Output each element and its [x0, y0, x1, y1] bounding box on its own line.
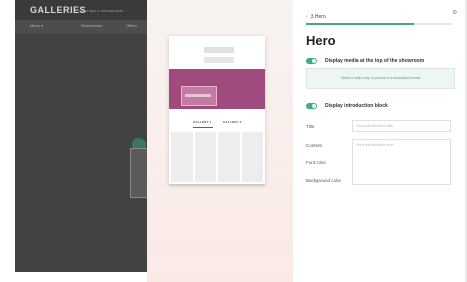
app-nav: Menu ▾ Showrooms Offers	[15, 20, 147, 34]
showroom-preview: GALLERY 1 GALLERY 2	[169, 36, 265, 184]
preview-grid-cell	[171, 132, 193, 182]
brand-tagline: TIMELINES & SHOWROOMS	[79, 9, 124, 13]
nav-item-offers[interactable]: Offers	[126, 23, 137, 28]
content-textarea[interactable]: Your introduction text	[352, 139, 451, 185]
media-dropzone-hint: Select a video loop or picture in a land…	[340, 76, 421, 80]
preview-subheader-placeholder	[204, 57, 234, 63]
background-app: GALLERIES TIMELINES & SHOWROOMS Menu ▾ S…	[15, 0, 147, 272]
settings-panel: ‹ 3.Hero ⚙ Hero Display media at the top …	[293, 0, 467, 282]
app-root: GALLERIES TIMELINES & SHOWROOMS Menu ▾ S…	[0, 0, 467, 282]
preview-header-placeholder	[204, 47, 234, 53]
intro-toggle-label: Display introduction block	[325, 103, 388, 109]
media-dropzone[interactable]: Select a video loop or picture in a land…	[306, 68, 455, 89]
preview-gallery-grid	[171, 132, 263, 182]
background-color-label: Background color	[306, 178, 342, 183]
title-field-label: Title	[306, 124, 315, 129]
nav-item-menu[interactable]: Menu ▾	[30, 23, 43, 28]
preview-grid-cell	[194, 132, 216, 182]
preview-area: GALLERY 1 GALLERY 2	[147, 0, 293, 282]
preview-shadow	[169, 184, 265, 188]
brand-logo: GALLERIES	[30, 5, 87, 15]
step-progress-bar	[306, 23, 452, 25]
preview-grid-cell	[241, 132, 263, 182]
photo-thumbnail	[130, 148, 147, 198]
arrow-left-icon: ‹	[306, 14, 308, 20]
font-color-label: Font color	[306, 160, 327, 165]
preview-tab-indicator	[193, 127, 213, 128]
step-progress-fill	[306, 23, 415, 25]
background-app-area: GALLERIES TIMELINES & SHOWROOMS Menu ▾ S…	[0, 0, 147, 282]
nav-item-showrooms[interactable]: Showrooms	[81, 23, 102, 28]
back-link[interactable]: ‹ 3.Hero	[306, 14, 326, 22]
content-field-label: Content	[306, 143, 322, 148]
preview-intro-line	[185, 94, 211, 97]
panel-title: Hero	[306, 33, 336, 48]
step-label: 3.Hero	[310, 14, 326, 20]
intro-toggle[interactable]	[306, 103, 317, 109]
app-header: GALLERIES TIMELINES & SHOWROOMS	[15, 0, 147, 20]
app-body	[15, 34, 147, 272]
title-input[interactable]: Your introduction title	[352, 120, 451, 132]
preview-tab-gallery-2: GALLERY 2	[223, 120, 242, 124]
preview-grid-cell	[218, 132, 240, 182]
media-toggle[interactable]	[306, 58, 317, 64]
media-toggle-label: Display media at the top of the showroom	[325, 58, 425, 64]
gear-icon[interactable]: ⚙	[452, 9, 457, 16]
preview-tab-gallery-1: GALLERY 1	[193, 120, 212, 124]
